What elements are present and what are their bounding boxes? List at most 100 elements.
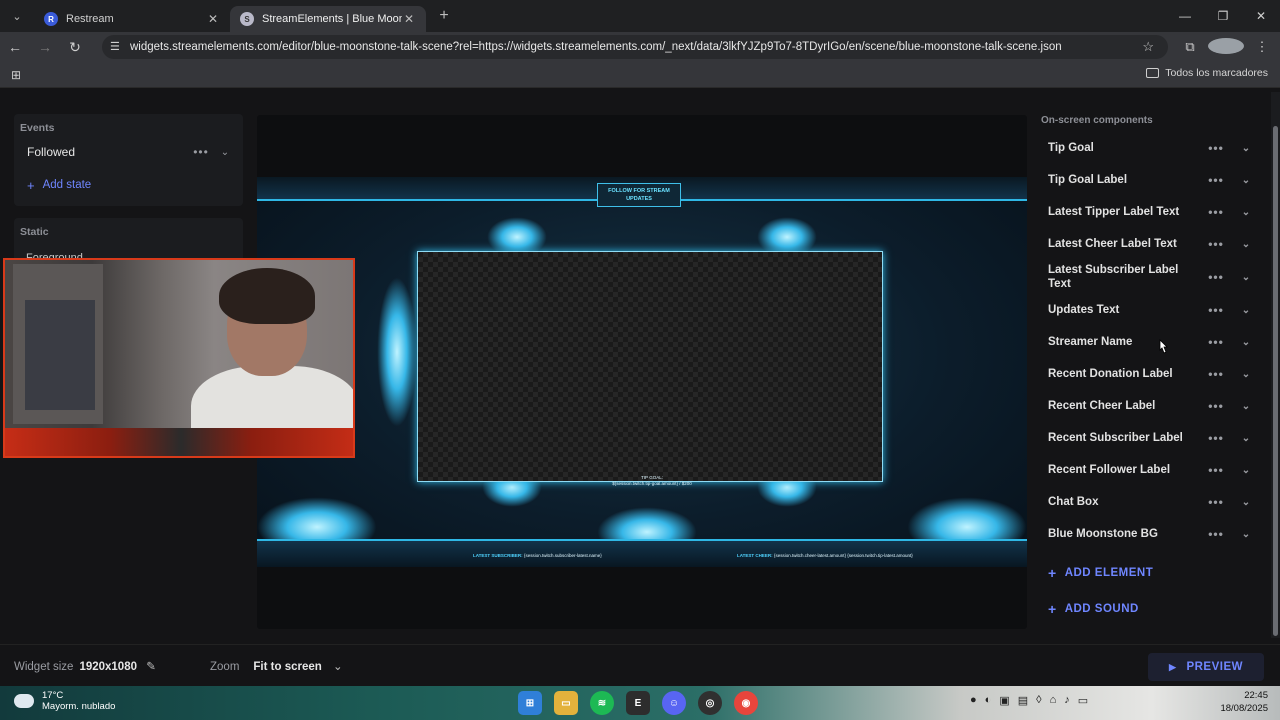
component-label: Latest Subscriber Label Text [1048, 264, 1179, 290]
chevron-down-icon[interactable]: ⌄ [1231, 337, 1261, 348]
chevron-down-icon[interactable]: ⌄ [213, 147, 237, 158]
more-options-icon[interactable]: ••• [1201, 495, 1231, 509]
more-options-icon[interactable]: ••• [189, 145, 213, 159]
close-window-icon[interactable]: ✕ [1242, 0, 1280, 32]
add-sound-button[interactable]: + ADD SOUND [1041, 597, 1261, 621]
more-options-icon[interactable]: ••• [1201, 141, 1231, 155]
steam-icon[interactable]: ◐ [985, 694, 992, 707]
more-options-icon[interactable]: ••• [1201, 270, 1231, 284]
close-icon[interactable]: ✕ [402, 12, 416, 26]
epic-games-icon[interactable]: E [626, 691, 650, 715]
minimize-icon[interactable]: — [1166, 0, 1204, 32]
component-row[interactable]: Updates Text ••• ⌄ [1041, 297, 1261, 323]
tray-app-icon[interactable]: ▤ [1018, 694, 1028, 707]
chevron-down-icon[interactable]: ⌄ [1231, 465, 1261, 476]
more-options-icon[interactable]: ••• [1201, 303, 1231, 317]
url-input[interactable]: ☰ widgets.streamelements.com/editor/blue… [102, 35, 1168, 59]
components-panel: On-screen components Tip Goal ••• ⌄ Tip Goa… [1041, 115, 1261, 621]
windows-taskbar: 17°C Mayorm. nublado ⊞ ▭ ≋ E ☺ ◎ ◉ ● ◐ ▣… [0, 686, 1280, 720]
chevron-down-icon[interactable]: ⌄ [1231, 175, 1261, 186]
extensions-icon[interactable]: ⧉ [1172, 39, 1208, 55]
component-row[interactable]: Recent Subscriber Label ••• ⌄ [1041, 425, 1261, 451]
more-options-icon[interactable]: ••• [1201, 463, 1231, 477]
more-options-icon[interactable]: ••• [1201, 173, 1231, 187]
weather-description: Mayorm. nublado [42, 701, 116, 712]
component-row[interactable]: Recent Donation Label ••• ⌄ [1041, 361, 1261, 387]
component-row[interactable]: Tip Goal ••• ⌄ [1041, 135, 1261, 161]
profile-avatar[interactable] [1208, 37, 1244, 57]
component-row[interactable]: Recent Cheer Label ••• ⌄ [1041, 393, 1261, 419]
tab-restream[interactable]: R Restream ✕ [34, 6, 230, 32]
all-bookmarks-button[interactable]: Todos los marcadores [1146, 67, 1268, 79]
tray-app-icon[interactable]: ● [970, 694, 977, 707]
chevron-down-icon[interactable]: ⌄ [1231, 529, 1261, 540]
back-icon[interactable]: ← [0, 32, 30, 62]
event-followed[interactable]: Followed ••• ⌄ [20, 140, 237, 164]
chevron-down-icon[interactable]: ⌄ [1231, 305, 1261, 316]
forward-icon[interactable]: → [30, 32, 60, 62]
add-state-button[interactable]: + Add state [20, 172, 237, 198]
webcam-background [25, 300, 95, 410]
add-state-label: Add state [42, 179, 92, 191]
zoom-control[interactable]: Zoom Fit to screen ⌄ [210, 659, 343, 673]
new-tab-button[interactable]: + [430, 7, 458, 25]
system-clock[interactable]: 22:45 18/08/2025 [1220, 689, 1268, 715]
reload-icon[interactable]: ↻ [60, 32, 90, 62]
more-options-icon[interactable]: ••• [1201, 237, 1231, 251]
chevron-down-icon[interactable]: ⌄ [1231, 497, 1261, 508]
camera-frame-placeholder[interactable] [417, 251, 883, 482]
tip-goal-line: ${session.twitch.tip-goal.amount} / $200 [612, 481, 692, 486]
windows-start-icon[interactable]: ⊞ [518, 691, 542, 715]
chevron-down-icon[interactable]: ⌄ [1231, 143, 1261, 154]
component-row[interactable]: Latest Subscriber Label Text ••• ⌄ [1041, 263, 1261, 291]
chevron-down-icon[interactable]: ⌄ [1231, 401, 1261, 412]
scrollbar-thumb[interactable] [1273, 126, 1278, 636]
preview-label: PREVIEW [1186, 661, 1243, 673]
tab-streamelements[interactable]: S StreamElements | Blue Moonstone ✕ [230, 6, 426, 32]
tray-app-icon[interactable]: ◊ [1036, 694, 1041, 707]
weather-widget[interactable]: 17°C Mayorm. nublado [14, 690, 115, 712]
chevron-down-icon[interactable]: ⌄ [1231, 207, 1261, 218]
chevron-down-icon[interactable]: ⌄ [1231, 272, 1261, 283]
widget-size-label: Widget size [14, 661, 74, 673]
component-row[interactable]: Tip Goal Label ••• ⌄ [1041, 167, 1261, 193]
close-icon[interactable]: ✕ [206, 12, 220, 26]
network-icon[interactable]: ⌂ [1050, 694, 1057, 707]
file-explorer-icon[interactable]: ▭ [554, 691, 578, 715]
component-row[interactable]: Latest Cheer Label Text ••• ⌄ [1041, 231, 1261, 257]
battery-icon[interactable]: ▭ [1078, 694, 1088, 707]
add-element-button[interactable]: + ADD ELEMENT [1041, 561, 1261, 585]
component-row[interactable]: Blue Moonstone BG ••• ⌄ [1041, 521, 1261, 547]
component-row[interactable]: Latest Tipper Label Text ••• ⌄ [1041, 199, 1261, 225]
ticker-value: {session.twitch.cheer-latest.amount} {se… [773, 553, 913, 558]
ticker-label: LATEST CHEER: [737, 553, 773, 558]
chevron-down-icon[interactable]: ⌄ [1231, 369, 1261, 380]
preview-button[interactable]: ▶ PREVIEW [1148, 653, 1264, 681]
component-row[interactable]: Streamer Name ••• ⌄ [1041, 329, 1261, 355]
maximize-icon[interactable]: ❐ [1204, 0, 1242, 32]
more-options-icon[interactable]: ••• [1201, 431, 1231, 445]
system-tray: ● ◐ ▣ ▤ ◊ ⌂ ♪ ▭ [970, 694, 1088, 707]
chevron-down-icon[interactable]: ⌄ [1231, 433, 1261, 444]
apps-grid-icon[interactable]: ⊞ [0, 68, 32, 82]
chevron-down-icon[interactable]: ⌄ [1231, 239, 1261, 250]
obs-icon[interactable]: ◎ [698, 691, 722, 715]
more-options-icon[interactable]: ••• [1201, 527, 1231, 541]
more-options-icon[interactable]: ••• [1201, 399, 1231, 413]
more-options-icon[interactable]: ••• [1201, 335, 1231, 349]
volume-icon[interactable]: ♪ [1064, 694, 1070, 707]
pencil-icon[interactable]: ✎ [146, 661, 156, 673]
tab-search-icon[interactable]: ⌄ [0, 0, 34, 32]
scene-canvas[interactable]: FOLLOW FOR STREAM UPDATES TIP GOAL: ${se… [257, 115, 1027, 629]
bookmark-star-icon[interactable]: ☆ [1142, 39, 1154, 55]
component-row[interactable]: Chat Box ••• ⌄ [1041, 489, 1261, 515]
more-options-icon[interactable]: ••• [1201, 367, 1231, 381]
component-row[interactable]: Recent Follower Label ••• ⌄ [1041, 457, 1261, 483]
chrome-icon[interactable]: ◉ [734, 691, 758, 715]
more-options-icon[interactable]: ••• [1201, 205, 1231, 219]
spotify-icon[interactable]: ≋ [590, 691, 614, 715]
discord-icon[interactable]: ☺ [662, 691, 686, 715]
site-info-icon[interactable]: ☰ [110, 40, 120, 53]
menu-kebab-icon[interactable]: ⋮ [1244, 39, 1280, 55]
tray-app-icon[interactable]: ▣ [999, 694, 1009, 707]
